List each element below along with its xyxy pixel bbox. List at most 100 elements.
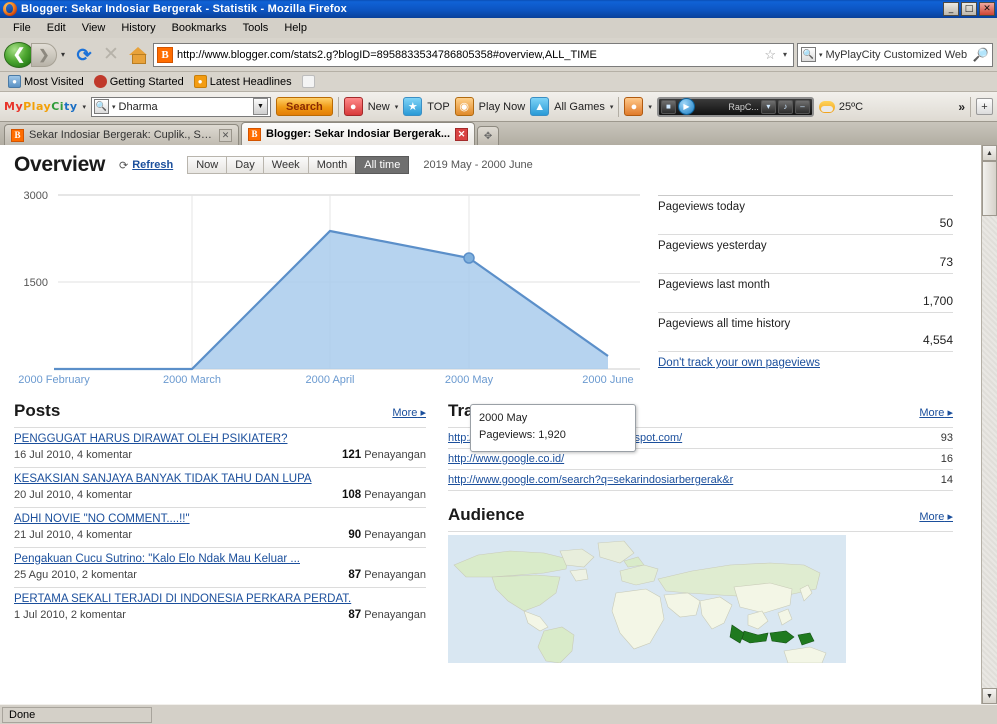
range-button-week[interactable]: Week bbox=[262, 156, 308, 174]
addon-search-button[interactable]: Search bbox=[276, 97, 333, 116]
bookmark-latest-headlines[interactable]: ● Latest Headlines bbox=[191, 75, 295, 88]
traffic-more-link[interactable]: More bbox=[919, 406, 953, 419]
range-button-month[interactable]: Month bbox=[307, 156, 356, 174]
addon-item-top[interactable]: TOP bbox=[427, 101, 449, 113]
close-icon[interactable]: ✕ bbox=[219, 128, 232, 142]
post-views: 90 Penayangan bbox=[348, 529, 426, 541]
addon-search-input[interactable]: Dharma bbox=[119, 101, 250, 113]
menu-help[interactable]: Help bbox=[277, 20, 314, 36]
menu-view[interactable]: View bbox=[75, 20, 113, 36]
stop-icon[interactable]: ■ bbox=[660, 99, 676, 114]
stat-label: Pageviews today bbox=[658, 201, 745, 213]
chevron-down-icon[interactable]: ▾ bbox=[760, 99, 776, 114]
dont-track-link[interactable]: Don't track your own pageviews bbox=[658, 351, 953, 369]
home-button[interactable] bbox=[126, 43, 150, 67]
chevron-down-icon[interactable]: ▾ bbox=[648, 103, 652, 111]
stat-label: Pageviews last month bbox=[658, 279, 770, 291]
tab-sekar-indosiar-bergerak[interactable]: B Sekar Indosiar Bergerak: Cuplik., Sera… bbox=[4, 124, 239, 145]
bookmark-most-visited[interactable]: ● Most Visited bbox=[5, 75, 87, 88]
home-icon bbox=[129, 47, 147, 64]
weather-widget[interactable]: 25ºC bbox=[818, 100, 863, 113]
chevron-down-icon[interactable]: ▾ bbox=[610, 103, 614, 111]
audience-more-link[interactable]: More bbox=[919, 510, 953, 523]
balloon-icon[interactable]: ● bbox=[343, 97, 363, 116]
car-icon[interactable]: ▲ bbox=[530, 97, 550, 116]
post-title-link[interactable]: ADHI NOVIE "NO COMMENT....!!" bbox=[14, 513, 426, 525]
minimize-icon[interactable]: – bbox=[794, 99, 810, 114]
menu-bookmarks[interactable]: Bookmarks bbox=[165, 20, 234, 36]
stop-button[interactable]: ✕ bbox=[99, 43, 123, 67]
forward-button[interactable]: ❯ bbox=[31, 42, 57, 67]
close-button[interactable]: ✕ bbox=[979, 2, 995, 16]
new-tab-button[interactable]: ✥ bbox=[477, 126, 500, 145]
vertical-scrollbar[interactable]: ▲ ▼ bbox=[981, 145, 997, 704]
post-views-count: 87 bbox=[348, 609, 362, 621]
reload-button[interactable]: ⟳ bbox=[72, 43, 96, 67]
maximize-button[interactable]: □ bbox=[961, 2, 977, 16]
bookmark-blank[interactable] bbox=[299, 75, 318, 88]
addon-item-all-games[interactable]: All Games bbox=[554, 101, 605, 113]
bookmark-star-icon[interactable]: ☆ bbox=[764, 47, 776, 63]
chevron-down-icon[interactable]: ▾ bbox=[780, 50, 790, 59]
addon-item-play-now[interactable]: Play Now bbox=[479, 101, 525, 113]
chevron-down-icon[interactable]: ▼ bbox=[253, 98, 269, 115]
close-icon[interactable]: ✕ bbox=[455, 127, 469, 141]
minimize-button[interactable]: _ bbox=[943, 2, 959, 16]
search-input[interactable]: MyPlayCity Customized Web S bbox=[826, 49, 970, 61]
star-icon[interactable]: ★ bbox=[403, 97, 423, 116]
back-button[interactable]: ❮ bbox=[4, 41, 34, 68]
chevron-down-icon[interactable]: ▾ bbox=[61, 50, 69, 59]
scroll-down-button[interactable]: ▼ bbox=[982, 688, 997, 704]
scroll-up-button[interactable]: ▲ bbox=[982, 145, 997, 161]
stat-value: 73 bbox=[939, 255, 953, 269]
addon-item-new[interactable]: New bbox=[368, 101, 390, 113]
add-toolbar-button[interactable]: + bbox=[976, 98, 993, 115]
posts-more-link[interactable]: More bbox=[392, 406, 426, 419]
post-title-link[interactable]: PENGGUGAT HARUS DIRAWAT OLEH PSIKIATER? bbox=[14, 433, 426, 445]
range-button-day[interactable]: Day bbox=[226, 156, 263, 174]
refresh-button[interactable]: ⟳ Refresh bbox=[119, 159, 173, 172]
traffic-source-link[interactable]: http://www.google.co.id/ bbox=[448, 453, 913, 465]
chevron-down-icon[interactable]: ▾ bbox=[83, 103, 87, 111]
volume-icon[interactable]: ♪ bbox=[777, 99, 793, 114]
menu-file[interactable]: File bbox=[6, 20, 38, 36]
radio-player[interactable]: ■ ▶ RapC... ▾ ♪ – bbox=[656, 96, 814, 117]
chevron-down-icon[interactable]: ▾ bbox=[395, 103, 399, 111]
pageviews-chart[interactable]: 3000 1500 2000 February 2000 March 2000 … bbox=[0, 187, 650, 387]
scrollbar-track[interactable] bbox=[982, 161, 997, 688]
search-bar[interactable]: 🔍 ▾ MyPlayCity Customized Web S 🔎 bbox=[797, 42, 993, 67]
range-button-now[interactable]: Now bbox=[187, 156, 227, 174]
traffic-source-link[interactable]: http://www.google.com/search?q=sekarindo… bbox=[448, 474, 913, 486]
xtick-2: 2000 April bbox=[306, 374, 355, 386]
chat-icon[interactable]: ● bbox=[624, 97, 644, 116]
chevron-down-icon[interactable]: ▾ bbox=[819, 51, 823, 59]
divider bbox=[337, 96, 339, 117]
url-input[interactable]: http://www.blogger.com/stats2.g?blogID=8… bbox=[177, 49, 760, 61]
tab-strip: B Sekar Indosiar Bergerak: Cuplik., Sera… bbox=[0, 122, 997, 145]
scrollbar-thumb[interactable] bbox=[982, 161, 997, 216]
stat-pageviews-all-time: Pageviews all time history 4,554 bbox=[658, 312, 953, 351]
play-icon[interactable]: ▶ bbox=[677, 98, 695, 115]
menu-tools[interactable]: Tools bbox=[236, 20, 276, 36]
palette-icon[interactable]: ◉ bbox=[454, 97, 474, 116]
addon-search-field[interactable]: 🔍 ▾ Dharma ▼ bbox=[91, 96, 272, 117]
toolbar-overflow-button[interactable]: » bbox=[958, 100, 965, 114]
world-map[interactable] bbox=[448, 535, 846, 663]
post-title-link[interactable]: KESAKSIAN SANJAYA BANYAK TIDAK TAHU DAN … bbox=[14, 473, 426, 485]
rss-icon: ● bbox=[193, 75, 207, 88]
chevron-down-icon[interactable]: ▾ bbox=[112, 103, 116, 111]
url-bar[interactable]: B http://www.blogger.com/stats2.g?blogID… bbox=[153, 42, 794, 67]
bookmark-getting-started[interactable]: Getting Started bbox=[91, 75, 187, 88]
post-title-link[interactable]: Pengakuan Cucu Sutrino: "Kalo Elo Ndak M… bbox=[14, 553, 426, 565]
myplaycity-logo[interactable]: MyPlayCity bbox=[4, 100, 78, 113]
menu-history[interactable]: History bbox=[114, 20, 162, 36]
range-button-all-time[interactable]: All time bbox=[355, 156, 410, 174]
page-title: Overview bbox=[14, 153, 105, 176]
tab-blogger-stats[interactable]: B Blogger: Sekar Indosiar Bergerak... ✕ bbox=[241, 122, 476, 145]
stat-label: Pageviews yesterday bbox=[658, 240, 767, 252]
ytick-3000: 3000 bbox=[24, 190, 48, 202]
magnifier-icon[interactable]: 🔎 bbox=[973, 47, 989, 63]
menu-edit[interactable]: Edit bbox=[40, 20, 73, 36]
bookmark-label: Latest Headlines bbox=[209, 75, 292, 88]
post-title-link[interactable]: PERTAMA SEKALI TERJADI DI INDONESIA PERK… bbox=[14, 593, 426, 605]
